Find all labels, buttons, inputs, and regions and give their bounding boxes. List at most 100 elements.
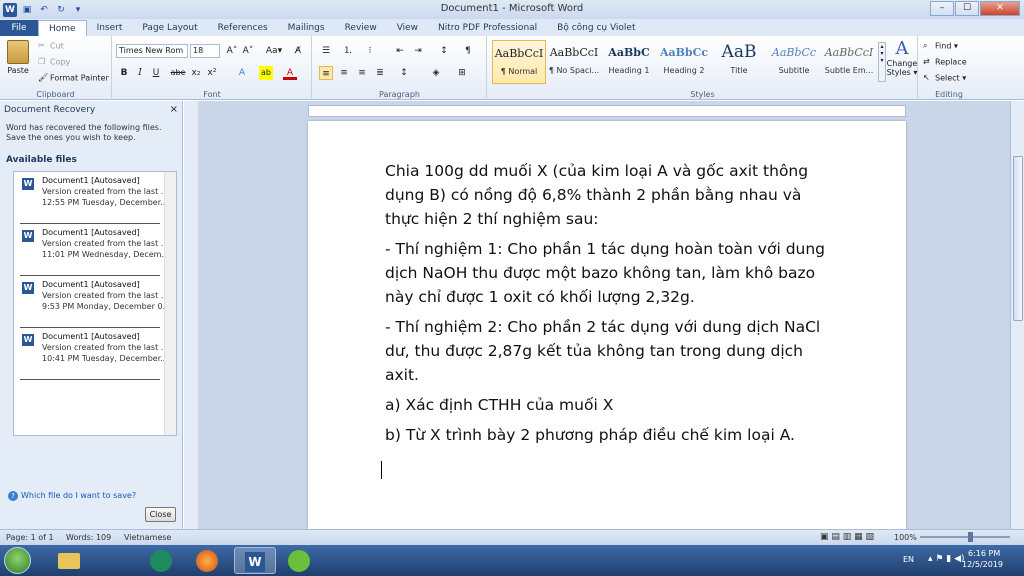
files-list-scrollbar[interactable] <box>164 172 176 435</box>
shrink-font-button[interactable]: A˅ <box>241 44 255 58</box>
view-buttons[interactable]: ▣ ▤ ▥ ▦ ▧ <box>820 530 874 545</box>
paragraph[interactable]: - Thí nghiệm 2: Cho phần 2 tác dụng với … <box>385 315 835 387</box>
word-taskbar-icon[interactable]: W <box>234 547 276 574</box>
paste-button[interactable]: Paste <box>4 38 32 82</box>
numbering-button[interactable]: ⒈ <box>341 44 355 58</box>
close-recovery-button[interactable]: Close <box>145 507 176 522</box>
language-bar[interactable]: EN <box>903 555 914 564</box>
horizontal-ruler[interactable] <box>308 105 906 117</box>
italic-button[interactable]: I <box>133 66 147 80</box>
close-pane-icon[interactable]: × <box>170 104 178 115</box>
clock-time[interactable]: 6:16 PM <box>968 549 1000 558</box>
show-formatting-button[interactable]: ¶ <box>461 44 475 58</box>
tab-view[interactable]: View <box>387 20 428 36</box>
format-painter-button[interactable]: 🖌 Format Painter <box>38 73 109 83</box>
zoom-slider-knob[interactable] <box>968 532 973 542</box>
minimize-button[interactable]: – <box>930 1 954 16</box>
text-effects-button[interactable]: A <box>235 66 249 80</box>
clipboard-group: Paste ✂ Cut ❐ Copy 🖌 Format Painter Clipboa… <box>0 36 112 100</box>
close-window-button[interactable]: ✕ <box>980 1 1020 16</box>
clear-formatting-button[interactable]: A̸ <box>291 44 305 58</box>
language-indicator[interactable]: Vietnamese <box>124 530 171 545</box>
document-body[interactable]: Chia 100g dd muối X (của kim loại A và g… <box>385 159 835 453</box>
recovered-file-item[interactable]: W Document1 [Autosaved] Version created … <box>20 330 168 380</box>
justify-button[interactable]: ≣ <box>373 66 387 80</box>
find-button[interactable]: ⌕ Find ▾ <box>923 41 958 51</box>
tab-insert[interactable]: Insert <box>87 20 133 36</box>
highlight-button[interactable]: ab <box>259 66 273 80</box>
subscript-button[interactable]: x₂ <box>189 66 203 80</box>
paragraph[interactable]: - Thí nghiệm 1: Cho phần 1 tác dụng hoàn… <box>385 237 835 309</box>
paragraph[interactable]: a) Xác định CTHH của muối X <box>385 393 835 417</box>
line-spacing-button[interactable]: ↕ <box>397 66 411 80</box>
sort-button[interactable]: ↕ <box>437 44 451 58</box>
copy-button[interactable]: ❐ Copy <box>38 57 70 67</box>
replace-button[interactable]: ⇄ Replace <box>923 57 967 67</box>
style-normal[interactable]: AaBbCcI ¶ Normal <box>492 40 546 84</box>
multilevel-list-button[interactable]: ⁝ <box>363 44 377 58</box>
paragraph[interactable]: Chia 100g dd muối X (của kim loại A và g… <box>385 159 835 231</box>
tab-file[interactable]: File <box>0 20 38 36</box>
vertical-scrollbar[interactable] <box>1010 101 1024 529</box>
zoom-slider[interactable] <box>920 536 1010 538</box>
firefox-taskbar-icon[interactable] <box>188 547 226 574</box>
change-styles-button[interactable]: A Change Styles ▾ <box>886 38 918 88</box>
green-app-taskbar-icon[interactable] <box>280 547 318 574</box>
grow-font-button[interactable]: A˄ <box>225 44 239 58</box>
shading-button[interactable]: ◈ <box>429 66 443 80</box>
align-right-button[interactable]: ≡ <box>355 66 369 80</box>
tab-references[interactable]: References <box>208 20 278 36</box>
style-subtle-emphasis[interactable]: AaBbCcI Subtle Em... <box>822 40 876 84</box>
style-subtitle[interactable]: AaBbCc Subtitle <box>767 40 821 84</box>
zoom-level[interactable]: 100% <box>894 530 917 545</box>
customize-qat-icon[interactable]: ▾ <box>71 3 85 17</box>
recovered-file-item[interactable]: W Document1 [Autosaved] Version created … <box>20 226 169 276</box>
decrease-indent-button[interactable]: ⇤ <box>393 44 407 58</box>
superscript-button[interactable]: x² <box>205 66 219 80</box>
paragraph[interactable]: b) Từ X trình bày 2 phương pháp điều chế… <box>385 423 835 447</box>
align-right-icon: ≡ <box>358 68 366 78</box>
tab-review[interactable]: Review <box>335 20 387 36</box>
maximize-button[interactable]: ☐ <box>955 1 979 16</box>
style-no-spacing[interactable]: AaBbCcI ¶ No Spaci... <box>547 40 601 84</box>
tab-violet-tools[interactable]: Bộ công cụ Violet <box>547 20 645 36</box>
document-page[interactable]: Chia 100g dd muối X (của kim loại A và g… <box>308 121 906 529</box>
undo-icon[interactable]: ↶ <box>37 3 51 17</box>
font-color-button[interactable]: A <box>283 66 297 80</box>
underline-button[interactable]: U <box>149 66 163 80</box>
tab-home[interactable]: Home <box>38 20 87 36</box>
word-app-icon[interactable]: W <box>3 2 17 17</box>
recovered-file-item[interactable]: W Document1 [Autosaved] Version created … <box>20 278 170 328</box>
app-taskbar-icon[interactable] <box>142 547 180 574</box>
font-name-combo[interactable]: Times New Rom <box>116 44 188 58</box>
change-case-button[interactable]: Aa▾ <box>263 44 285 58</box>
increase-indent-button[interactable]: ⇥ <box>411 44 425 58</box>
style-title[interactable]: AaB Title <box>712 40 766 84</box>
tray-icons[interactable]: ▴ ⚑ ▮ ◀) <box>928 554 965 564</box>
align-center-button[interactable]: ≡ <box>337 66 351 80</box>
align-left-button[interactable]: ≡ <box>319 66 333 80</box>
style-heading-2[interactable]: AaBbCc Heading 2 <box>657 40 711 84</box>
clock-date[interactable]: 12/5/2019 <box>962 560 1003 569</box>
styles-gallery-scroll[interactable]: ▴ ▾ ▾ <box>878 42 886 82</box>
recovered-file-item[interactable]: W Document1 [Autosaved] Version created … <box>20 174 168 224</box>
start-button[interactable] <box>4 547 31 574</box>
bullets-button[interactable]: ☰ <box>319 44 333 58</box>
bold-button[interactable]: B <box>117 66 131 80</box>
borders-button[interactable]: ⊞ <box>455 66 469 80</box>
help-link[interactable]: ? Which file do I want to save? <box>8 491 136 501</box>
save-icon[interactable]: ▣ <box>20 3 34 17</box>
explorer-taskbar-icon[interactable] <box>50 547 88 574</box>
style-heading-1[interactable]: AaBbC Heading 1 <box>602 40 656 84</box>
strikethrough-button[interactable]: abe <box>169 66 187 80</box>
tab-mailings[interactable]: Mailings <box>278 20 335 36</box>
word-count[interactable]: Words: 109 <box>66 530 111 545</box>
scrollbar-thumb[interactable] <box>1013 156 1023 321</box>
redo-icon[interactable]: ↻ <box>54 3 68 17</box>
select-button[interactable]: ↖ Select ▾ <box>923 73 966 83</box>
page-count[interactable]: Page: 1 of 1 <box>6 530 54 545</box>
cut-button[interactable]: ✂ Cut <box>38 41 64 51</box>
font-size-combo[interactable]: 18 <box>190 44 220 58</box>
tab-nitro-pdf[interactable]: Nitro PDF Professional <box>428 20 547 36</box>
tab-page-layout[interactable]: Page Layout <box>132 20 207 36</box>
